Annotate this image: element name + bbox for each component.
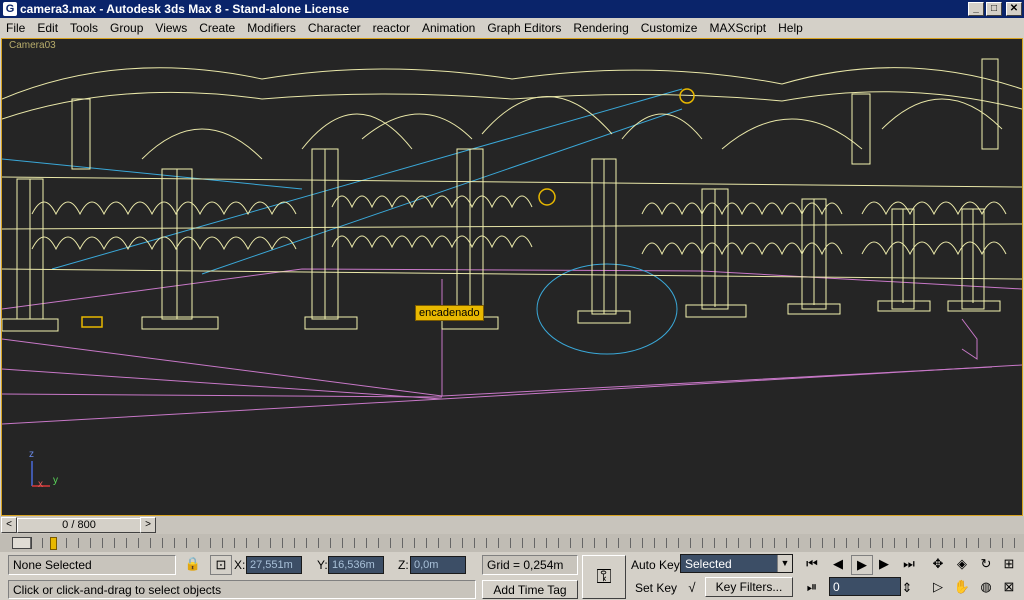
menu-views[interactable]: Views [149,18,193,38]
track-bar[interactable] [0,534,1024,552]
wireframe-scene [2,58,1022,487]
add-time-tag-button[interactable]: Add Time Tag [482,580,578,599]
menu-file[interactable]: File [0,18,31,38]
previous-frame-icon[interactable]: ◀ [828,555,848,573]
y-coordinate-label: Y: [317,558,328,572]
minimize-button[interactable]: _ [968,2,984,16]
object-tag-label: encadenado [415,305,484,321]
selection-status: None Selected [8,555,176,575]
viewport-toggle-icon[interactable]: ⊠ [999,578,1019,596]
curve-editor-icon[interactable] [12,537,32,549]
camera-viewport[interactable]: Camera03 encadenado z x y [1,38,1023,516]
lock-selection-icon[interactable]: 🔒 [183,555,203,573]
absolute-mode-icon[interactable]: ⊡ [210,555,232,575]
orbit-icon[interactable]: ↻ [976,555,996,573]
time-next-button[interactable]: > [140,517,156,533]
menu-group[interactable]: Group [104,18,149,38]
prompt-line: Click or click-and-drag to select object… [8,580,476,599]
track-time-cursor[interactable] [50,537,57,550]
axis-x-label: x [38,479,43,490]
window-controls: _ □ ✕ [968,2,1022,16]
play-icon[interactable]: ▶ [851,555,873,575]
x-coordinate-field[interactable]: 27,551m [246,556,302,574]
time-slider[interactable]: 0 / 800 [17,518,141,533]
axis-z-label: z [29,449,34,460]
set-key-button[interactable]: Set Key [635,579,677,597]
track-ticks [30,538,1020,548]
set-key-big-button[interactable]: ⚿ [582,555,626,599]
menu-character[interactable]: Character [302,18,367,38]
status-bar: None Selected 🔒 ⊡ X: 27,551m Y: 16,536m … [0,552,1024,600]
menu-animation[interactable]: Animation [416,18,481,38]
time-prev-button[interactable]: < [1,517,17,533]
maximize-viewport-icon[interactable]: ⊞ [999,555,1019,573]
key-tangent-icon[interactable]: √ [682,579,702,597]
key-mode-dropdown[interactable]: Selected ▼ [680,554,793,573]
next-frame-icon[interactable]: ▶ [874,555,894,573]
3ds-max-icon[interactable]: G [3,2,17,16]
menu-edit[interactable]: Edit [31,18,64,38]
time-slider-bar: < 0 / 800 > [0,516,1024,534]
pan-icon[interactable]: ✥ [928,555,948,573]
viewport-label[interactable]: Camera03 [9,40,56,51]
menu-help[interactable]: Help [772,18,809,38]
close-button[interactable]: ✕ [1006,2,1022,16]
menu-modifiers[interactable]: Modifiers [241,18,302,38]
goto-end-icon[interactable]: ⏭ [899,555,919,573]
menu-tools[interactable]: Tools [64,18,104,38]
frame-spinner-icon[interactable]: ⇕ [901,579,913,597]
axis-y-label: y [53,475,58,486]
z-coordinate-field[interactable]: 0,0m [410,556,466,574]
roll-camera-icon[interactable]: ◍ [976,578,996,596]
menu-rendering[interactable]: Rendering [567,18,634,38]
truck-camera-icon[interactable]: ▷ [928,578,948,596]
field-of-view-icon[interactable]: ◈ [952,555,972,573]
menu-create[interactable]: Create [193,18,241,38]
auto-key-button[interactable]: Auto Key [631,556,680,574]
menu-reactor[interactable]: reactor [367,18,416,38]
menu-bar: File Edit Tools Group Views Create Modif… [0,18,1024,38]
chevron-down-icon[interactable]: ▼ [777,555,792,572]
key-mode-toggle-icon[interactable]: ⏯ [802,578,822,596]
key-icon: ⚿ [596,566,612,588]
menu-graph-editors[interactable]: Graph Editors [481,18,567,38]
key-mode-value: Selected [685,557,732,571]
menu-customize[interactable]: Customize [635,18,704,38]
maximize-button[interactable]: □ [986,2,1002,16]
goto-start-icon[interactable]: ⏮ [802,555,822,573]
menu-maxscript[interactable]: MAXScript [703,18,772,38]
y-coordinate-field[interactable]: 16,536m [328,556,384,574]
window-title: camera3.max - Autodesk 3ds Max 8 - Stand… [20,2,350,16]
title-bar: G camera3.max - Autodesk 3ds Max 8 - Sta… [0,0,1024,18]
grid-size-display: Grid = 0,254m [482,555,578,575]
z-coordinate-label: Z: [398,558,409,572]
key-filters-button[interactable]: Key Filters... [705,577,793,597]
hand-pan-icon[interactable]: ✋ [952,578,972,596]
x-coordinate-label: X: [234,558,246,572]
current-frame-field[interactable]: 0 [829,577,901,596]
